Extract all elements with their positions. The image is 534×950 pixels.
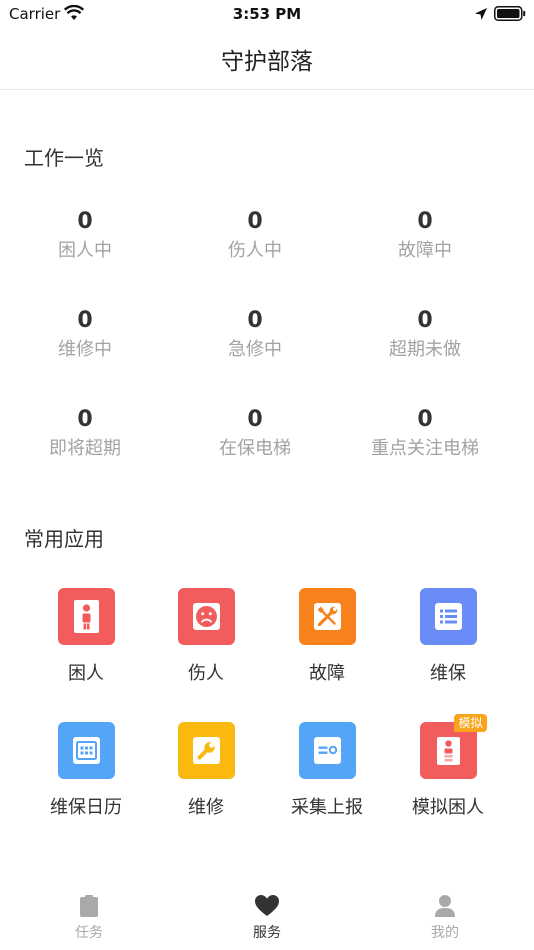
app-simulate-trapped[interactable]: 模拟 模拟困人 [383, 714, 513, 819]
navigation-bar: 守护部落 [0, 28, 534, 90]
app-label: 故障 [309, 663, 345, 684]
app-label: 维保日历 [50, 797, 122, 818]
clipboard-icon [80, 895, 98, 917]
stat-value: 0 [417, 407, 433, 432]
status-bar: Carrier 3:53 PM [0, 0, 534, 28]
stat-label: 即将超期 [49, 438, 121, 459]
stat-label: 故障中 [398, 240, 452, 261]
location-arrow-icon [475, 8, 487, 20]
app-repair[interactable]: 维修 [141, 722, 271, 819]
stat-value: 0 [247, 209, 263, 234]
tab-label: 我的 [431, 925, 459, 941]
tools-icon [298, 588, 356, 645]
app-label: 维保 [430, 663, 466, 684]
person-icon [435, 895, 455, 917]
tab-bar: 任务 服务 我的 [0, 880, 534, 950]
stat-trapped[interactable]: 0 困人中 [0, 209, 170, 263]
stat-value: 0 [77, 308, 93, 333]
page-title: 守护部落 [221, 49, 313, 75]
stat-label: 在保电梯 [219, 438, 291, 459]
app-trapped[interactable]: 困人 [21, 588, 151, 685]
app-label: 采集上报 [291, 797, 363, 818]
tab-label: 服务 [253, 925, 281, 941]
stat-value: 0 [77, 407, 93, 432]
stat-repairing[interactable]: 0 维修中 [0, 308, 170, 362]
wrench-icon [177, 722, 235, 779]
trapped-person-icon [57, 588, 115, 645]
stat-label: 伤人中 [228, 240, 282, 261]
calendar-icon [57, 722, 115, 779]
stat-label: 超期未做 [389, 339, 461, 360]
overview-section-title: 工作一览 [24, 146, 104, 170]
stat-label: 急修中 [228, 339, 282, 360]
battery-icon [494, 6, 526, 21]
stat-overdue[interactable]: 0 超期未做 [340, 308, 510, 362]
stat-key-elevators[interactable]: 0 重点关注电梯 [340, 407, 510, 461]
stat-value: 0 [417, 209, 433, 234]
app-label: 维修 [188, 797, 224, 818]
stat-label: 困人中 [58, 240, 112, 261]
app-label: 模拟困人 [412, 797, 484, 818]
tab-service[interactable]: 服务 [178, 894, 356, 942]
stat-under-warranty[interactable]: 0 在保电梯 [170, 407, 340, 461]
apps-section-title: 常用应用 [24, 527, 104, 551]
app-label: 困人 [68, 663, 104, 684]
stat-value: 0 [77, 209, 93, 234]
stat-urgent-repair[interactable]: 0 急修中 [170, 308, 340, 362]
clock: 3:53 PM [232, 5, 302, 23]
stat-label: 重点关注电梯 [371, 438, 479, 459]
stat-fault[interactable]: 0 故障中 [340, 209, 510, 263]
app-maintenance[interactable]: 维保 [383, 588, 513, 685]
app-maintenance-calendar[interactable]: 维保日历 [21, 722, 151, 819]
list-icon [419, 588, 477, 645]
stat-near-overdue[interactable]: 0 即将超期 [0, 407, 170, 461]
heart-icon [255, 895, 279, 916]
simulate-icon: 模拟 [419, 714, 487, 779]
sad-face-icon [177, 588, 235, 645]
stat-label: 维修中 [58, 339, 112, 360]
app-collect-report[interactable]: 采集上报 [262, 722, 392, 819]
stat-value: 0 [417, 308, 433, 333]
tab-tasks[interactable]: 任务 [0, 894, 178, 942]
simulate-badge: 模拟 [454, 714, 487, 732]
card-icon [298, 722, 356, 779]
app-fault[interactable]: 故障 [262, 588, 392, 685]
stat-value: 0 [247, 308, 263, 333]
app-label: 伤人 [188, 663, 224, 684]
stat-injured[interactable]: 0 伤人中 [170, 209, 340, 263]
app-injured[interactable]: 伤人 [141, 588, 271, 685]
tab-mine[interactable]: 我的 [356, 894, 534, 942]
stat-value: 0 [247, 407, 263, 432]
tab-label: 任务 [75, 925, 103, 941]
